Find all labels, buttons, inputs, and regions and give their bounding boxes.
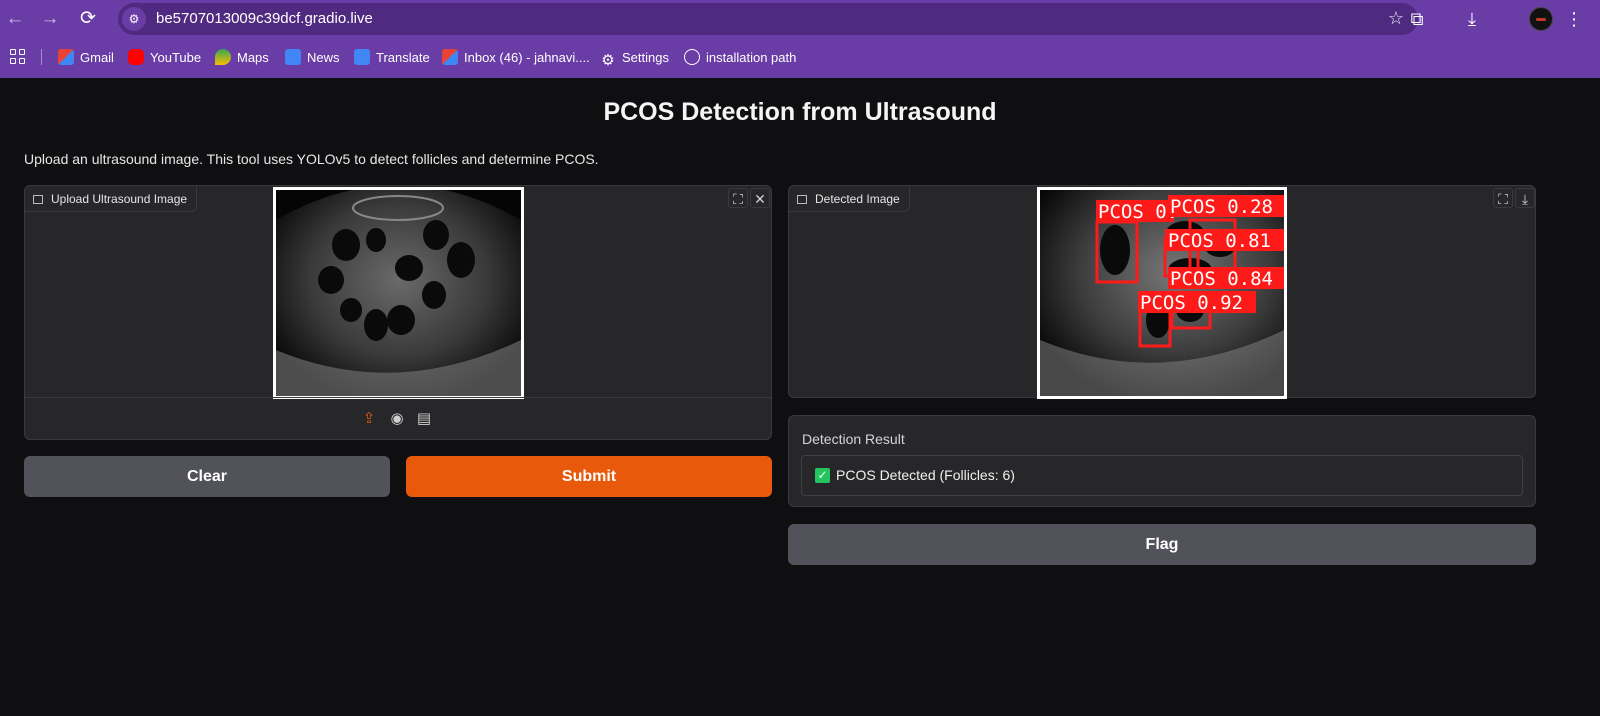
page-description: Upload an ultrasound image. This tool us… — [24, 151, 599, 167]
bookmark-label: installation path — [706, 50, 797, 65]
submit-button[interactable]: Submit — [406, 456, 772, 497]
bookmark-gmail[interactable]: Gmail — [58, 48, 114, 68]
detection-label: PCOS 0.84 — [1170, 268, 1273, 290]
detected-image-label-text: Detected Image — [815, 192, 900, 206]
bookmark-youtube[interactable]: YouTube — [128, 48, 201, 68]
detected-ultrasound-image: PCOS 0. PCOS 0.28 PCOS 0.81 PCOS 0.84 PC… — [1037, 187, 1287, 399]
flag-button[interactable]: Flag — [788, 524, 1536, 565]
url-text[interactable]: be5707013009c39dcf.gradio.live — [156, 10, 373, 27]
detected-image-label: Detected Image — [789, 186, 910, 212]
upload-image-panel[interactable]: Upload Ultrasound Image ⛶ ✕ ⇪ ◉ ▤ — [24, 185, 772, 440]
detection-result-panel: Detection Result ✓ PCOS Detected (Follic… — [788, 415, 1536, 507]
bookmark-installation-path[interactable]: installation path — [684, 48, 796, 68]
reload-icon[interactable]: ⟳ — [75, 6, 101, 32]
bookmark-label: Translate — [376, 50, 430, 65]
youtube-icon — [128, 49, 144, 65]
bookmark-label: Settings — [622, 50, 669, 65]
back-arrow-icon[interactable]: ← — [2, 6, 28, 32]
bookmark-label: Maps — [237, 50, 269, 65]
detection-result-textbox[interactable]: ✓ PCOS Detected (Follicles: 6) — [801, 455, 1523, 496]
gmail-icon — [442, 49, 458, 65]
news-icon — [285, 49, 301, 65]
bookmark-news[interactable]: News — [285, 48, 340, 68]
bookmark-inbox[interactable]: Inbox (46) - jahnavi.... — [442, 48, 590, 68]
browser-toolbar: ← → ⟳ ⚙ be5707013009c39dcf.gradio.live ☆… — [0, 0, 1600, 38]
detection-label: PCOS 0.92 — [1140, 292, 1243, 314]
bookmark-label: Inbox (46) - jahnavi.... — [464, 50, 590, 65]
forward-arrow-icon[interactable]: → — [37, 6, 63, 32]
bookmark-translate[interactable]: Translate — [354, 48, 430, 68]
close-icon[interactable]: ✕ — [750, 188, 770, 208]
profile-avatar[interactable] — [1529, 7, 1553, 31]
upload-source-bar: ⇪ ◉ ▤ — [25, 397, 771, 439]
download-icon[interactable]: ⤓ — [1460, 7, 1484, 31]
extensions-icon[interactable]: ⧉ — [1405, 7, 1429, 31]
clipboard-icon[interactable]: ▤ — [415, 410, 433, 428]
ultrasound-image — [276, 190, 521, 396]
webcam-icon[interactable]: ◉ — [388, 410, 406, 428]
gmail-icon — [58, 49, 74, 65]
detection-label: PCOS 0. — [1098, 201, 1178, 223]
detection-result-value: PCOS Detected (Follicles: 6) — [836, 467, 1015, 483]
checkmark-icon: ✓ — [815, 468, 830, 483]
address-bar[interactable]: ⚙ be5707013009c39dcf.gradio.live ☆ — [118, 3, 1418, 35]
browser-chrome: ← → ⟳ ⚙ be5707013009c39dcf.gradio.live ☆… — [0, 0, 1600, 78]
bookmark-settings[interactable]: ⚙ Settings — [600, 48, 669, 69]
maps-icon — [215, 49, 231, 65]
image-icon — [33, 195, 43, 204]
bookmark-label: News — [307, 50, 340, 65]
bookmark-label: Gmail — [80, 50, 114, 65]
detected-image-panel: Detected Image ⛶ ⤓ PCOS 0. PCOS 0.28 PCO… — [788, 185, 1536, 399]
bookmark-maps[interactable]: Maps — [215, 48, 269, 68]
uploaded-ultrasound-image — [273, 187, 524, 399]
upload-image-label: Upload Ultrasound Image — [25, 186, 198, 212]
bookmark-star-icon[interactable]: ☆ — [1388, 8, 1404, 29]
gradio-app: PCOS Detection from Ultrasound Upload an… — [0, 78, 1600, 716]
image-icon — [797, 195, 807, 204]
bookmark-label: YouTube — [150, 50, 202, 65]
clear-button[interactable]: Clear — [24, 456, 390, 497]
bookmarks-bar: Gmail YouTube Maps News Translate Inbox … — [0, 40, 1600, 74]
fullscreen-icon[interactable]: ⛶ — [1493, 188, 1513, 208]
browser-menu-icon[interactable]: ⋮ — [1562, 7, 1586, 31]
site-info-icon[interactable]: ⚙ — [122, 7, 146, 31]
fullscreen-icon[interactable]: ⛶ — [728, 188, 748, 208]
detection-result-label: Detection Result — [802, 431, 905, 447]
download-icon[interactable]: ⤓ — [1515, 188, 1535, 208]
upload-image-label-text: Upload Ultrasound Image — [51, 192, 188, 206]
detection-label: PCOS 0.28 — [1170, 196, 1273, 218]
bookmarks-divider — [41, 49, 42, 65]
upload-icon[interactable]: ⇪ — [360, 410, 378, 428]
page-title: PCOS Detection from Ultrasound — [603, 98, 997, 126]
gear-icon: ⚙ — [601, 52, 615, 69]
detection-overlay: PCOS 0. PCOS 0.28 PCOS 0.81 PCOS 0.84 PC… — [1040, 190, 1284, 396]
apps-grid-icon[interactable] — [10, 49, 26, 65]
globe-icon — [684, 49, 700, 65]
detection-label: PCOS 0.81 — [1168, 230, 1271, 252]
translate-icon — [354, 49, 370, 65]
